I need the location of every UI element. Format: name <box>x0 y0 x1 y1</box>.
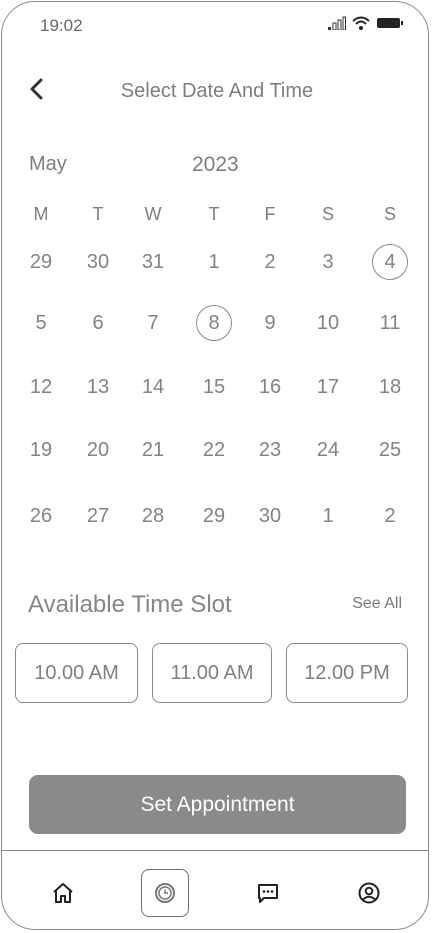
nav-messages[interactable] <box>246 871 290 915</box>
weekday-label: S <box>321 204 334 224</box>
weekday-label: W <box>144 204 162 224</box>
profile-icon <box>358 882 380 904</box>
time-slot-heading: Available Time Slot <box>28 591 232 618</box>
calendar-day[interactable]: 1 <box>310 498 346 534</box>
time-slot-1000am[interactable]: 10.00 AM <box>15 643 138 703</box>
calendar-month: May <box>29 153 67 175</box>
calendar-day[interactable]: 31 <box>135 244 171 280</box>
set-appointment-button[interactable]: Set Appointment <box>29 775 406 834</box>
calendar-day[interactable]: 30 <box>252 498 288 534</box>
calendar-day[interactable]: 24 <box>310 432 346 468</box>
calendar-day[interactable]: 2 <box>252 244 288 280</box>
weekday-label: F <box>264 204 276 224</box>
status-icons <box>328 16 404 30</box>
nav-history[interactable] <box>141 869 189 917</box>
time-slot-1100am[interactable]: 11.00 AM <box>152 643 272 703</box>
page-title: Select Date And Time <box>120 80 314 102</box>
calendar-day[interactable]: 13 <box>80 369 116 405</box>
calendar-day[interactable]: 10 <box>310 305 346 341</box>
calendar-day[interactable]: 12 <box>23 369 59 405</box>
calendar-day[interactable]: 11 <box>372 305 408 341</box>
calendar-day[interactable]: 30 <box>80 244 116 280</box>
calendar-day[interactable]: 26 <box>23 498 59 534</box>
calendar-day[interactable]: 1 <box>196 244 232 280</box>
calendar-day[interactable]: 2 <box>372 498 408 534</box>
calendar-day[interactable]: 21 <box>135 432 171 468</box>
calendar-day[interactable]: 16 <box>252 369 288 405</box>
signal-icon <box>328 16 346 30</box>
calendar-day[interactable]: 9 <box>252 305 288 341</box>
calendar-day[interactable]: 7 <box>135 305 171 341</box>
calendar-day[interactable]: 15 <box>196 369 232 405</box>
calendar-day[interactable]: 23 <box>252 432 288 468</box>
time-slot-1200pm[interactable]: 12.00 PM <box>286 643 408 703</box>
calendar-day[interactable]: 17 <box>310 369 346 405</box>
nav-home[interactable] <box>41 871 85 915</box>
see-all-link[interactable]: See All <box>352 595 402 613</box>
weekday-label: T <box>92 204 104 224</box>
calendar-day[interactable]: 19 <box>23 432 59 468</box>
calendar-day[interactable]: 3 <box>310 244 346 280</box>
bottom-navbar <box>2 850 428 929</box>
calendar-day[interactable]: 14 <box>135 369 171 405</box>
calendar-day[interactable]: 28 <box>135 498 171 534</box>
weekday-label: M <box>33 204 49 224</box>
calendar-year: 2023 <box>192 153 239 176</box>
calendar-day[interactable]: 20 <box>80 432 116 468</box>
home-icon <box>53 883 73 903</box>
battery-icon <box>377 18 403 28</box>
calendar-day[interactable]: 8 <box>196 305 232 341</box>
clock-icon <box>155 883 175 903</box>
calendar-day[interactable]: 22 <box>196 432 232 468</box>
calendar-day[interactable]: 29 <box>23 244 59 280</box>
weekday-label: S <box>383 204 396 224</box>
wifi-icon <box>352 16 370 30</box>
calendar-day[interactable]: 4 <box>372 244 408 280</box>
calendar-day[interactable]: 27 <box>80 498 116 534</box>
weekday-label: T <box>208 204 220 224</box>
calendar-day[interactable]: 6 <box>80 305 116 341</box>
calendar-day[interactable]: 25 <box>372 432 408 468</box>
calendar-day[interactable]: 29 <box>196 498 232 534</box>
calendar-day[interactable]: 18 <box>372 369 408 405</box>
phone-frame: 19:02 Select Date And Time May 2023 MTWT… <box>1 1 429 930</box>
calendar-day[interactable]: 5 <box>23 305 59 341</box>
status-time: 19:02 <box>40 16 83 35</box>
nav-profile[interactable] <box>347 871 391 915</box>
chat-icon <box>258 884 278 903</box>
